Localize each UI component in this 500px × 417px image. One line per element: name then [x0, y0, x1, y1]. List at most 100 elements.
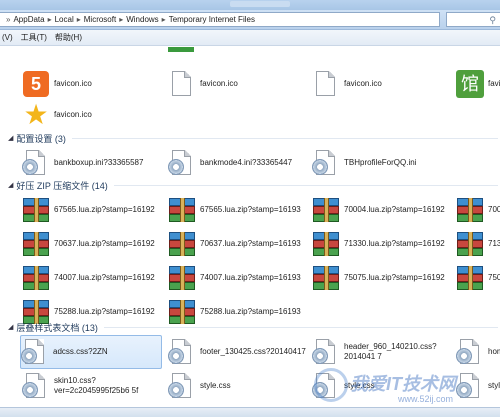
file-name: header_960_140210.css?2014041 7: [344, 342, 437, 361]
file-item[interactable]: bankboxup.ini?33365587: [22, 146, 162, 180]
file-name: hom: [488, 347, 500, 356]
file-item[interactable]: hom: [456, 335, 500, 369]
zip-archive-icon: [313, 232, 339, 256]
gear-icon: [312, 348, 328, 364]
chevron-right-icon[interactable]: ▸: [48, 15, 52, 24]
watermark-url: www.52ij.com: [398, 394, 454, 404]
file-name: favicon.ico: [200, 79, 238, 88]
file-name: 70637.lua.zip?stamp=16192: [54, 239, 155, 248]
divider: [103, 326, 498, 328]
file-name: footer_130425.css?20140417: [200, 347, 306, 356]
collapse-icon[interactable]: ◢: [8, 181, 13, 189]
file-item[interactable]: 70004.lua.zip?stamp=16192: [312, 193, 454, 227]
gear-icon: [168, 382, 184, 398]
collapse-icon[interactable]: ◢: [8, 134, 13, 142]
file-name: adcss.css?2ZN: [53, 347, 108, 356]
file-item[interactable]: style.css: [168, 369, 310, 403]
file-name: style.css: [200, 381, 231, 390]
collapse-icon[interactable]: ◢: [8, 323, 13, 331]
watermark-logo-icon: [314, 368, 348, 402]
file-name: bankboxup.ini?33365587: [54, 158, 144, 167]
menu-view[interactable]: (V): [0, 33, 19, 42]
file-name: 7507: [488, 273, 500, 282]
divider: [71, 137, 498, 139]
group-header-zip[interactable]: ◢ 好压 ZIP 压缩文件 (14): [8, 179, 498, 191]
gear-icon: [22, 159, 38, 175]
zip-archive-icon: [313, 266, 339, 290]
file-item[interactable]: ★ favicon.ico: [22, 98, 162, 132]
file-name: favicon.ico: [54, 79, 92, 88]
guan-icon: 馆: [456, 70, 484, 98]
file-item[interactable]: favicon.ico: [312, 67, 452, 101]
divider: [113, 184, 498, 186]
gear-icon: [456, 348, 472, 364]
file-item[interactable]: 71330.lua.zip?stamp=16192: [312, 227, 454, 261]
file-item[interactable]: header_960_140210.css?2014041 7: [312, 335, 454, 369]
file-item[interactable]: 67565.lua.zip?stamp=16192: [22, 193, 164, 227]
watermark-title: 我爱IT技术网: [350, 374, 456, 394]
file-item[interactable]: 馆 favicon.ico: [456, 67, 500, 101]
chevron-right-icon[interactable]: ▸: [119, 15, 123, 24]
file-name: 7000: [488, 205, 500, 214]
breadcrumb-item-temporary-internet-files[interactable]: Temporary Internet Files: [169, 15, 255, 24]
file-item[interactable]: footer_130425.css?20140417: [168, 335, 310, 369]
file-item[interactable]: 70637.lua.zip?stamp=16192: [22, 227, 164, 261]
file-item[interactable]: 74007.lua.zip?stamp=16193: [168, 261, 310, 295]
file-item[interactable]: skin10.css?ver=2c2045995f25b6 5f: [22, 369, 164, 403]
file-item[interactable]: 7000: [456, 193, 500, 227]
file-name: favicon.ico: [344, 79, 382, 88]
menu-help[interactable]: 帮助(H): [53, 32, 88, 43]
zip-archive-icon: [457, 232, 483, 256]
group-header-css[interactable]: ◢ 层叠样式表文档 (13): [8, 321, 498, 333]
search-icon[interactable]: ⚲: [489, 15, 496, 26]
file-item[interactable]: 74007.lua.zip?stamp=16192: [22, 261, 164, 295]
partial-icon: [168, 47, 194, 52]
file-item-selected[interactable]: adcss.css?2ZN: [20, 335, 162, 369]
zip-archive-icon: [23, 266, 49, 290]
group-header-config[interactable]: ◢ 配置设置 (3): [8, 132, 498, 144]
file-name: 70004.lua.zip?stamp=16192: [344, 205, 445, 214]
gear-icon: [21, 348, 37, 364]
title-text-ghost: [230, 1, 290, 7]
zip-archive-icon: [313, 198, 339, 222]
breadcrumb[interactable]: » AppData ▸ Local ▸ Microsoft ▸ Windows …: [0, 12, 440, 27]
file-item[interactable]: favicon.ico: [168, 67, 308, 101]
breadcrumb-item-local[interactable]: Local: [55, 15, 74, 24]
zip-archive-icon: [169, 232, 195, 256]
file-item[interactable]: 75075.lua.zip?stamp=16192: [312, 261, 454, 295]
menu-bar: (V) 工具(T) 帮助(H): [0, 30, 500, 46]
file-name: bankmode4.ini?33365447: [200, 158, 293, 167]
file-name: 75075.lua.zip?stamp=16192: [344, 273, 445, 282]
file-item[interactable]: 7507: [456, 261, 500, 295]
file-item[interactable]: 5 favicon.ico: [22, 67, 162, 101]
file-name: TBHprofileForQQ.ini: [344, 158, 417, 167]
gear-icon: [22, 382, 38, 398]
breadcrumb-item-appdata[interactable]: AppData: [13, 15, 44, 24]
file-item[interactable]: bankmode4.ini?33365447: [168, 146, 308, 180]
file-name: 67565.lua.zip?stamp=16193: [200, 205, 301, 214]
watermark: 我爱IT技术网 www.52ij.com: [314, 366, 494, 406]
zip-archive-icon: [23, 232, 49, 256]
gear-icon: [168, 348, 184, 364]
file-name: favicon.ico: [54, 110, 92, 119]
file-item[interactable]: 67565.lua.zip?stamp=16193: [168, 193, 310, 227]
breadcrumb-item-windows[interactable]: Windows: [126, 15, 158, 24]
file-list: 5 favicon.ico favicon.ico favicon.ico 馆 …: [0, 47, 500, 407]
document-icon: [172, 71, 191, 96]
file-name: skin10.css?ver=2c2045995f25b6 5f: [54, 376, 139, 395]
chevron-right-icon[interactable]: ▸: [77, 15, 81, 24]
file-name: 67565.lua.zip?stamp=16192: [54, 205, 155, 214]
chevron-right-icon[interactable]: ▸: [162, 15, 166, 24]
file-item[interactable]: 713: [456, 227, 500, 261]
search-input[interactable]: ⚲: [446, 12, 500, 27]
zip-archive-icon: [169, 266, 195, 290]
gear-icon: [312, 159, 328, 175]
menu-tools[interactable]: 工具(T): [19, 32, 53, 43]
address-bar: » AppData ▸ Local ▸ Microsoft ▸ Windows …: [0, 10, 500, 30]
zip-archive-icon: [23, 198, 49, 222]
file-name: 74007.lua.zip?stamp=16192: [54, 273, 155, 282]
file-item[interactable]: TBHprofileForQQ.ini: [312, 146, 452, 180]
breadcrumb-item-microsoft[interactable]: Microsoft: [84, 15, 116, 24]
file-item[interactable]: 70637.lua.zip?stamp=16193: [168, 227, 310, 261]
chevron-right-icon: »: [6, 15, 11, 24]
